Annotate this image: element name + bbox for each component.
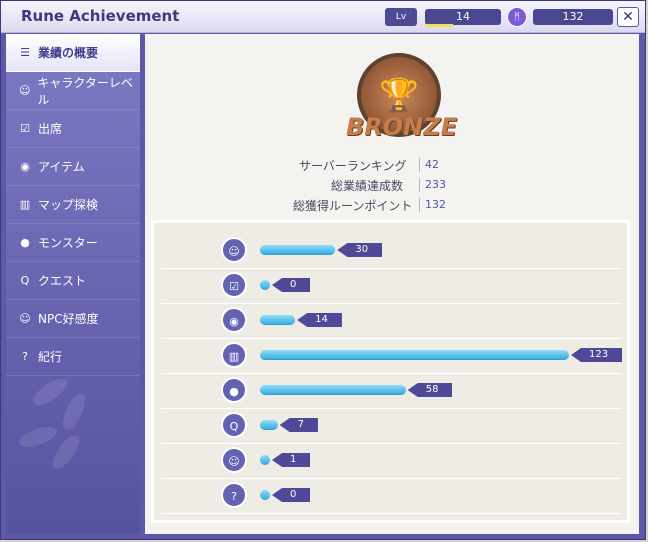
sidebar-item-label: マップ探検 — [38, 198, 99, 212]
server-ranking-value: 42 — [425, 158, 439, 171]
divider — [419, 158, 420, 172]
decorative-leaf — [29, 373, 71, 411]
character-icon: ☺ — [221, 237, 247, 263]
sidebar-item-checkbox[interactable]: ☑ 出席 — [6, 110, 140, 148]
rune-points-value: 132 — [533, 9, 613, 25]
quest-icon: Q — [221, 412, 247, 438]
server-ranking-label: サーバーランキング — [299, 159, 407, 173]
row-divider — [161, 338, 621, 339]
value-label-map: 123 — [571, 348, 623, 362]
progress-bar-quest — [260, 420, 278, 430]
rune-achievement-window: Rune Achievement Lv 14 ᛗ 132 ✕ ☰ 業績の概要 ☺ キャ… — [0, 0, 646, 540]
bag-icon: ◉ — [20, 160, 30, 173]
map-icon: ▥ — [19, 198, 31, 211]
npc-smile-icon: ☺ — [19, 312, 31, 325]
sidebar-item-character[interactable]: ☺ キャラクターレベル — [6, 72, 140, 110]
level-progress-bar — [425, 24, 453, 27]
row-divider — [161, 443, 621, 444]
total-achievements-label: 総業績達成数 — [331, 179, 404, 193]
row-divider — [161, 513, 621, 514]
row-divider — [161, 303, 621, 304]
decorative-leaf — [58, 390, 90, 434]
quest-icon: Q — [20, 274, 30, 287]
sidebar-item-label: 紀行 — [38, 350, 63, 364]
progress-bar-monster — [260, 385, 406, 395]
decorative-leaf — [16, 422, 60, 452]
item-icon: ◉ — [221, 307, 247, 333]
sidebar-item-label: キャラクターレベル — [37, 75, 133, 107]
level-icon: Lv — [385, 8, 417, 26]
monster-icon: ● — [221, 377, 247, 403]
progress-bar-journal — [260, 490, 270, 500]
total-rune-points-value: 132 — [425, 198, 446, 211]
row-divider — [161, 408, 621, 409]
rank-badge: BRONZE — [345, 113, 458, 141]
map-icon: ▥ — [221, 342, 247, 368]
row-divider — [161, 478, 621, 479]
total-rune-points-label: 総獲得ルーンポイント — [293, 199, 413, 213]
row-divider — [161, 268, 621, 269]
monster-icon: ● — [20, 236, 30, 249]
sidebar-item-label: アイテム — [38, 160, 85, 174]
sidebar-item-bag[interactable]: ◉ アイテム — [6, 148, 140, 186]
progress-bar-npc — [260, 455, 270, 465]
sidebar-item-map[interactable]: ▥ マップ探検 — [6, 186, 140, 224]
sidebar-item-question[interactable]: ? 紀行 — [6, 338, 140, 376]
total-achievements-value: 233 — [425, 178, 446, 191]
attendance-icon: ☑ — [221, 272, 247, 298]
progress-bar-item — [260, 315, 296, 325]
sidebar-item-label: モンスター — [38, 236, 98, 250]
sidebar-item-quest[interactable]: Q クエスト — [6, 262, 140, 300]
sidebar-item-label: 業績の概要 — [38, 46, 99, 60]
sidebar-item-monster[interactable]: ● モンスター — [6, 224, 140, 262]
divider — [419, 198, 420, 212]
sidebar-item-label: クエスト — [38, 274, 87, 288]
close-button[interactable]: ✕ — [617, 7, 639, 27]
row-divider — [161, 373, 621, 374]
rune-point-icon: ᛗ — [507, 7, 527, 27]
level-value: 14 — [425, 9, 501, 25]
sidebar: ☰ 業績の概要 ☺ キャラクターレベル ☑ 出席 ◉ アイテム ▥ マップ探検 ● モンスター Q クエス… — [6, 34, 140, 534]
npc-icon: ☺ — [221, 447, 247, 473]
sidebar-item-label: NPC好感度 — [38, 312, 99, 326]
progress-bar-attendance — [260, 280, 270, 290]
journal-icon: ? — [221, 482, 247, 508]
question-icon: ? — [22, 350, 28, 363]
progress-bar-map — [260, 350, 569, 360]
sidebar-item-label: 出席 — [38, 122, 63, 136]
sidebar-item-npc-smile[interactable]: ☺ NPC好感度 — [6, 300, 140, 338]
checkbox-icon: ☑ — [20, 122, 30, 135]
list-icon: ☰ — [20, 46, 30, 59]
title-bar[interactable]: Rune Achievement Lv 14 ᛗ 132 ✕ — [1, 1, 645, 33]
window-title: Rune Achievement — [21, 7, 180, 25]
sidebar-item-list[interactable]: ☰ 業績の概要 — [6, 34, 140, 72]
character-icon: ☺ — [18, 84, 31, 97]
progress-bar-character — [260, 245, 336, 255]
divider — [419, 178, 420, 192]
